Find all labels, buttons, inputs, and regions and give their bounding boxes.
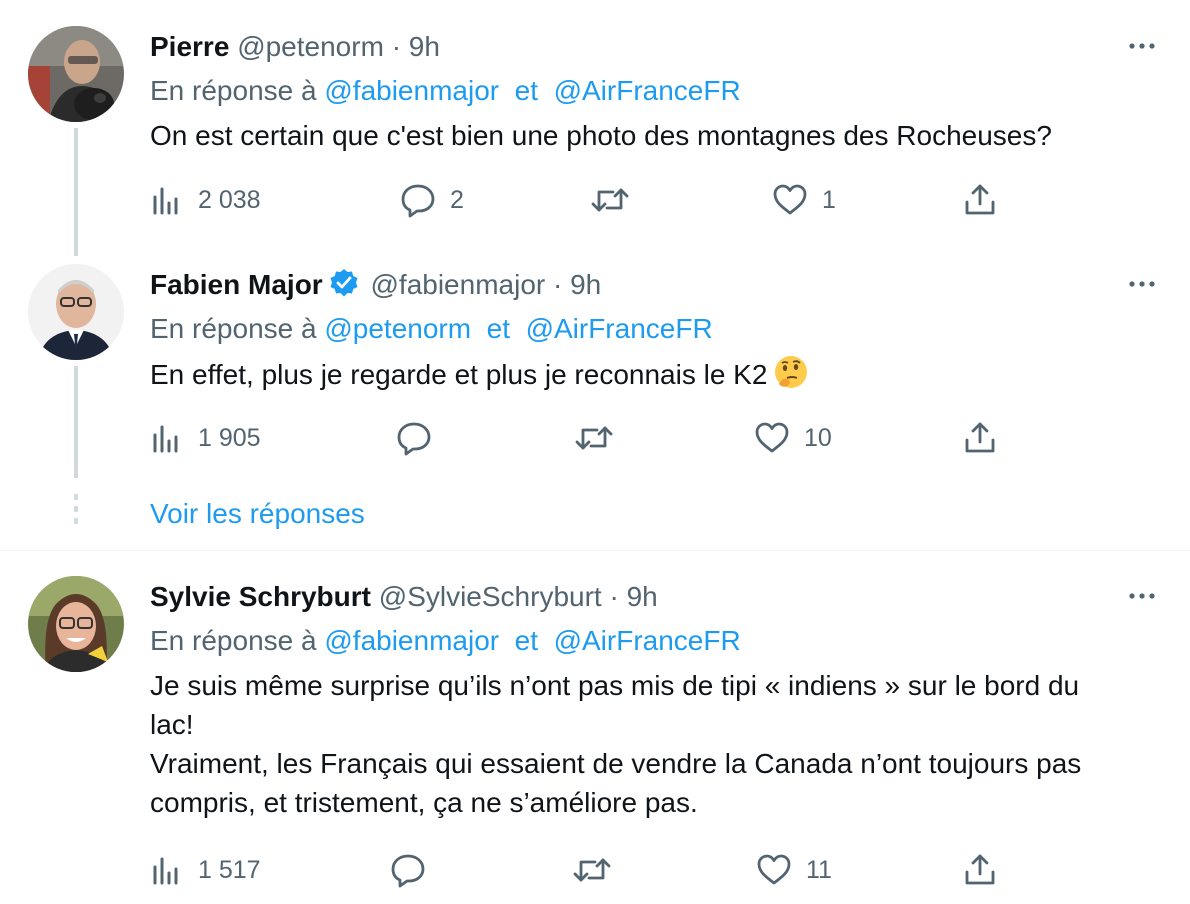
avatar[interactable] [28,576,124,672]
more-options-button[interactable] [1124,578,1160,614]
action-bar: 2 038 2 1 [150,180,1050,220]
views-button[interactable]: 2 038 [150,180,261,220]
tweet-text-line: compris, et tristement, ça ne s’améliore… [150,787,698,818]
mention-link[interactable]: @AirFranceFR [526,313,713,344]
reply-context: En réponse à @fabienmajor et @AirFranceF… [150,624,741,658]
author-name[interactable]: Sylvie Schryburt [150,581,371,612]
tweet-text-line: Vraiment, les Français qui essaient de v… [150,748,1082,779]
author-name[interactable]: Fabien Major [150,269,323,300]
retweet-button[interactable] [590,180,630,220]
tweet-text-line: On est certain que c'est bien une photo … [150,120,1052,151]
mention-link[interactable]: @fabienmajor [324,75,499,106]
views-button[interactable]: 1 517 [150,850,261,890]
reply-context: En réponse à @petenorm et @AirFranceFR [150,312,713,346]
reply-button[interactable] [396,418,432,458]
reply-and: et [486,313,510,344]
reply-button[interactable] [390,850,426,890]
like-icon [757,854,791,885]
timestamp[interactable]: 9h [409,31,440,62]
show-replies-link[interactable]: Voir les réponses [150,498,365,530]
verified-badge-icon [329,268,359,306]
views-icon [153,187,178,215]
reply-prefix: En réponse à [150,625,317,656]
views-icon [153,425,178,453]
share-icon [965,854,995,885]
action-bar: 1 905 10 [150,418,1050,458]
separator-dot: · [553,269,563,300]
like-count: 11 [806,855,832,884]
author-handle[interactable]: @fabienmajor [370,269,545,300]
thread-dots [74,494,78,530]
reply-and: et [514,625,539,656]
tweet-text: On est certain que c'est bien une photo … [150,116,1160,155]
share-button[interactable] [962,180,998,220]
tweet-text: En effet, plus je regarde et plus je rec… [150,354,1160,400]
mention-link[interactable]: @AirFranceFR [554,625,741,656]
separator-dot: · [609,581,619,612]
tweet-text-line: Je suis même surprise qu’ils n’ont pas m… [150,670,1080,701]
tweet[interactable]: Pierre @petenorm · 9h En réponse à @fabi… [0,0,1190,250]
views-count: 2 038 [198,185,261,214]
share-icon [965,422,995,453]
author-handle[interactable]: @petenorm [237,31,384,62]
tweet-text-line: lac! [150,709,194,740]
more-icon [1129,593,1155,599]
tweet-text-line: En effet, plus je regarde et plus je rec… [150,354,1160,400]
like-count: 1 [822,185,836,214]
more-icon [1129,43,1155,49]
separator-dot: · [391,31,402,62]
reply-context: En réponse à @fabienmajor et @AirFranceF… [150,74,741,108]
retweet-icon [591,188,629,212]
avatar[interactable] [28,26,124,122]
reply-icon [397,422,431,456]
share-button[interactable] [962,418,998,458]
views-count: 1 517 [198,855,261,884]
author-name[interactable]: Pierre [150,31,229,62]
retweet-icon [575,426,613,450]
more-options-button[interactable] [1124,266,1160,302]
views-icon [153,857,178,885]
share-icon [965,184,995,215]
reply-button[interactable]: 2 [400,180,464,220]
mention-link[interactable]: @fabienmajor [324,625,499,656]
divider [0,550,1190,551]
action-bar: 1 517 11 [150,850,1050,890]
retweet-button[interactable] [574,418,614,458]
views-count: 1 905 [198,423,261,452]
like-button[interactable]: 1 [772,180,836,220]
timestamp[interactable]: 9h [627,581,658,612]
like-count: 10 [804,423,832,452]
author-handle[interactable]: @SylvieSchryburt [379,581,602,612]
reply-icon [401,184,435,218]
reply-icon [391,854,425,888]
retweet-icon [573,858,611,882]
like-icon [773,184,807,215]
reply-and: et [514,75,539,106]
like-button[interactable]: 11 [756,850,832,890]
more-icon [1129,281,1155,287]
more-options-button[interactable] [1124,28,1160,64]
mention-link[interactable]: @AirFranceFR [554,75,741,106]
like-icon [755,422,789,453]
share-button[interactable] [962,850,998,890]
retweet-button[interactable] [572,850,612,890]
avatar[interactable] [28,264,124,360]
mention-link[interactable]: @petenorm [324,313,471,344]
tweet[interactable]: Sylvie Schryburt @SylvieSchryburt · 9h E… [0,560,1190,904]
tweet-text: Je suis même surprise qu’ils n’ont pas m… [150,666,1160,822]
views-button[interactable]: 1 905 [150,418,261,458]
tweet[interactable]: Fabien Major @fabienmajor · 9h En répons… [0,250,1190,490]
thinking-face-icon [773,354,809,400]
reply-prefix: En réponse à [150,75,317,106]
reply-prefix: En réponse à [150,313,317,344]
like-button[interactable]: 10 [754,418,832,458]
timestamp[interactable]: 9h [570,269,601,300]
reply-count: 2 [450,185,464,214]
